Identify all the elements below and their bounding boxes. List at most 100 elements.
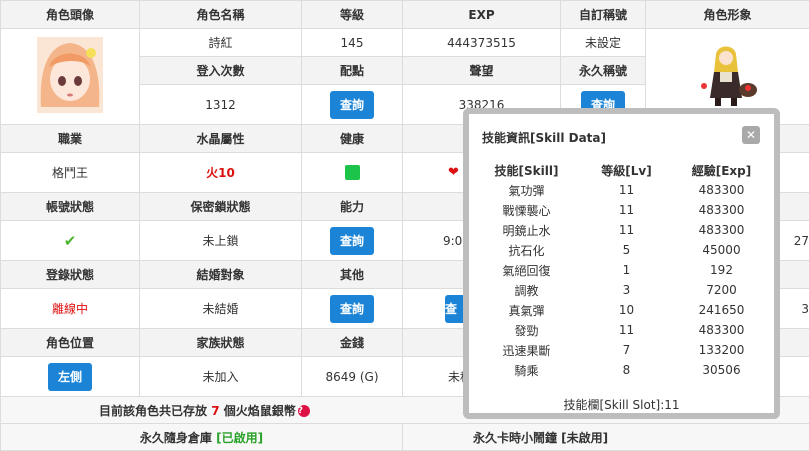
skill-exp: 241650: [669, 300, 774, 320]
table-row: 戰慄襲心11483300: [469, 200, 774, 220]
coin-count-value: 7: [211, 404, 219, 418]
level-value: 145: [302, 29, 403, 57]
skill-name: 氣絕回復: [469, 260, 584, 280]
skill-level: 8: [584, 360, 669, 380]
skill-table: 技能[Skill] 等級[Lv] 經驗[Exp] 氣功彈11483300戰慄襲心…: [469, 160, 774, 380]
crystal-attr-value: 火10: [140, 153, 302, 193]
skill-exp: 30506: [669, 360, 774, 380]
popup-title: 技能資訊[Skill Data]: [482, 129, 606, 146]
table-row: 氣功彈11483300: [469, 180, 774, 200]
header-married-to: 結婚對象: [140, 261, 302, 289]
login-count-value: 1312: [140, 85, 302, 125]
header-money: 金錢: [302, 329, 403, 357]
skill-name: 騎乘: [469, 360, 584, 380]
skill-name: 氣功彈: [469, 180, 584, 200]
coin-count-prefix: 目前該角色共已存放: [99, 404, 207, 418]
header-name: 角色名稱: [140, 1, 302, 29]
table-row: 迅速果斷7133200: [469, 340, 774, 360]
skill-name: 發勁: [469, 320, 584, 340]
exp-value: 444373515: [403, 29, 561, 57]
skill-name: 戰慄襲心: [469, 200, 584, 220]
skill-level: 7: [584, 340, 669, 360]
table-row: 調教37200: [469, 280, 774, 300]
skill-level: 11: [584, 180, 669, 200]
location-left-button[interactable]: 左側: [48, 363, 92, 391]
login-status-value: 離線中: [1, 289, 140, 329]
coin-count-suffix: 個火焰鼠銀幣: [224, 404, 296, 418]
table-row: 抗石化545000: [469, 240, 774, 260]
skill-level: 1: [584, 260, 669, 280]
header-health: 健康: [302, 125, 403, 153]
account-status-cell: ✔: [1, 221, 140, 261]
skill-level: 11: [584, 200, 669, 220]
avatar: [37, 37, 103, 113]
skill-exp: 483300: [669, 320, 774, 340]
character-sprite: [696, 42, 760, 108]
header-level: 等級: [302, 1, 403, 29]
family-status-value: 未加入: [140, 357, 302, 397]
close-icon[interactable]: ✕: [742, 126, 760, 144]
skill-data-popup: 技能資訊[Skill Data] ✕ 技能[Skill] 等級[Lv] 經驗[E…: [463, 108, 780, 419]
header-login-status: 登錄狀態: [1, 261, 140, 289]
help-icon[interactable]: ?: [298, 405, 310, 417]
header-perm-title: 永久稱號: [561, 57, 646, 85]
checkmark-icon: ✔: [64, 232, 77, 250]
ability-query-button[interactable]: 查詢: [330, 227, 374, 255]
name-value: 詩紅: [140, 29, 302, 57]
skill-level: 10: [584, 300, 669, 320]
skill-name: 明鏡止水: [469, 220, 584, 240]
stat-points-query-button[interactable]: 查詢: [330, 91, 374, 119]
header-account-status: 帳號狀態: [1, 193, 140, 221]
level-column-header: 等級[Lv]: [584, 160, 669, 180]
skill-exp: 133200: [669, 340, 774, 360]
header-other: 其他: [302, 261, 403, 289]
other-query-button[interactable]: 查詢: [330, 295, 374, 323]
table-row: 氣絕回復1192: [469, 260, 774, 280]
skill-exp: 192: [669, 260, 774, 280]
storage-label: 永久隨身倉庫: [140, 431, 212, 445]
skill-name: 真氣彈: [469, 300, 584, 320]
protect-lock-value: 未上鎖: [140, 221, 302, 261]
header-custom-title: 自訂稱號: [561, 1, 646, 29]
skill-name: 調教: [469, 280, 584, 300]
skill-exp: 45000: [669, 240, 774, 260]
other-cell: 查詢: [302, 289, 403, 329]
header-location: 角色位置: [1, 329, 140, 357]
table-row: 明鏡止水11483300: [469, 220, 774, 240]
header-ability: 能力: [302, 193, 403, 221]
storage-row: 永久隨身倉庫 [已啟用]: [1, 424, 403, 451]
exp-column-header: 經驗[Exp]: [669, 160, 774, 180]
skill-slot-count: 技能欄[Skill Slot]:11: [469, 396, 774, 413]
health-indicator-icon: [345, 165, 360, 180]
stat-points-cell: 查詢: [302, 85, 403, 125]
heart-icon: ❤: [448, 165, 459, 180]
money-value: 8649 (G): [302, 357, 403, 397]
skill-level: 5: [584, 240, 669, 260]
job-value: 格鬥王: [1, 153, 140, 193]
skill-exp: 483300: [669, 180, 774, 200]
card-clock-row: 永久卡時小鬧鐘 [未啟用]: [403, 424, 809, 451]
location-cell: 左側: [1, 357, 140, 397]
header-appearance: 角色形象: [646, 1, 809, 29]
skill-level: 11: [584, 220, 669, 240]
skill-level: 3: [584, 280, 669, 300]
skill-name: 迅速果斷: [469, 340, 584, 360]
header-fame: 聲望: [403, 57, 561, 85]
storage-status: [已啟用]: [216, 431, 263, 445]
header-avatar: 角色頭像: [1, 1, 140, 29]
header-crystal-attr: 水晶屬性: [140, 125, 302, 153]
table-row: 騎乘830506: [469, 360, 774, 380]
table-row: 真氣彈10241650: [469, 300, 774, 320]
married-to-value: 未結婚: [140, 289, 302, 329]
table-row: 發勁11483300: [469, 320, 774, 340]
custom-title-value: 未設定: [561, 29, 646, 57]
skill-name: 抗石化: [469, 240, 584, 260]
header-login-count: 登入次數: [140, 57, 302, 85]
skill-level: 11: [584, 320, 669, 340]
skill-exp: 7200: [669, 280, 774, 300]
avatar-cell: [1, 29, 140, 125]
header-protect-lock: 保密鎖狀態: [140, 193, 302, 221]
header-family-status: 家族狀態: [140, 329, 302, 357]
header-stat-points: 配點: [302, 57, 403, 85]
skill-exp: 483300: [669, 220, 774, 240]
